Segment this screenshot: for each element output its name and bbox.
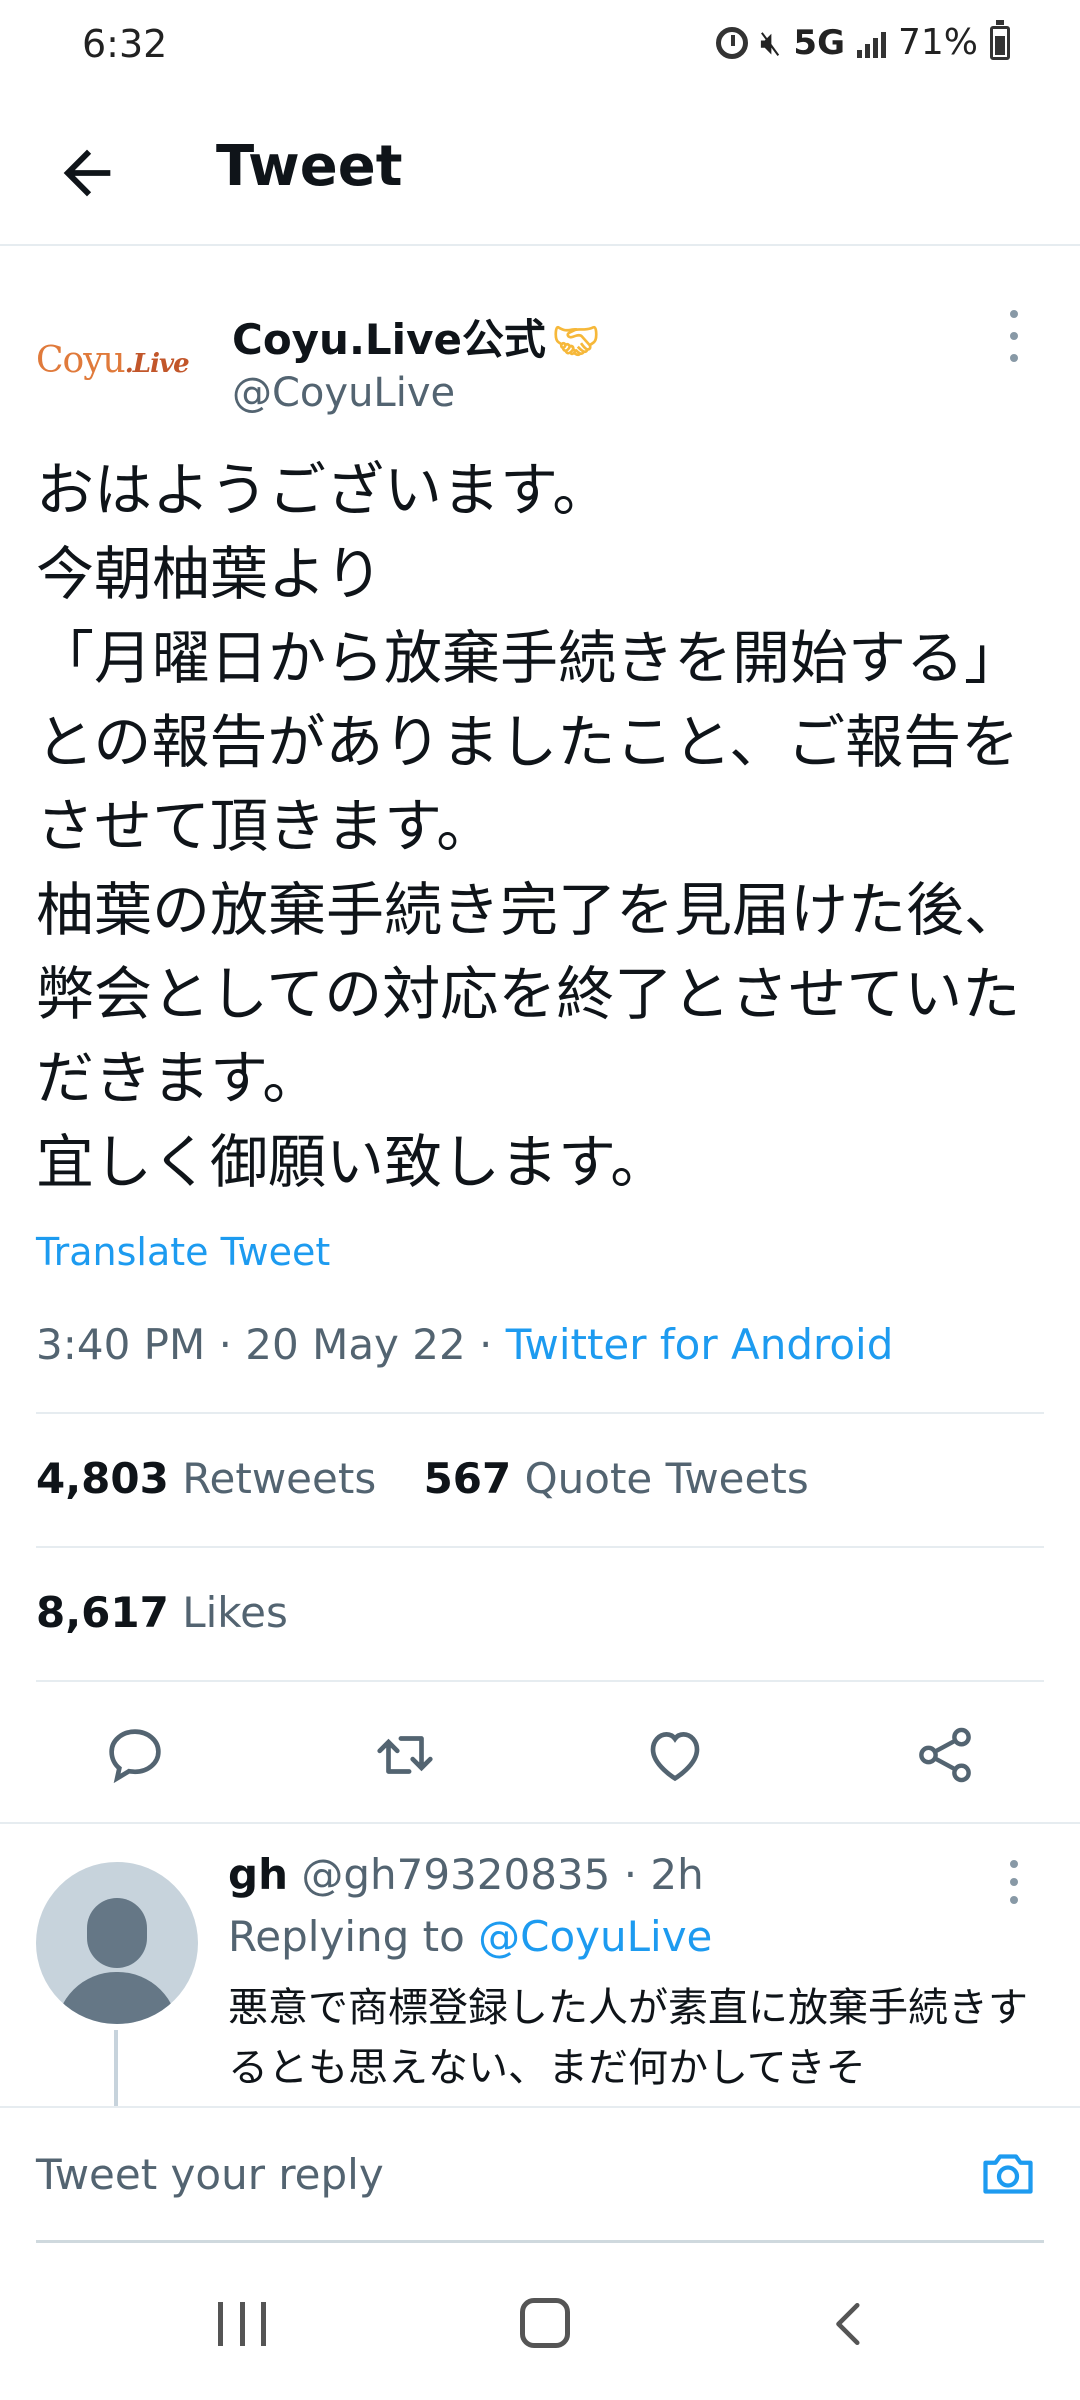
reply-more-vertical-icon[interactable] [1004, 1860, 1024, 1904]
divider [36, 1546, 1044, 1548]
logo: Coyu.Live [36, 340, 190, 381]
retweet-stats: 4,803 Retweets 567 Quote Tweets [36, 1454, 809, 1503]
status-icons: 🔇︎ 5G 71% [715, 19, 1010, 63]
handshake-icon: 🤝︎ [551, 319, 601, 363]
nav-back-icon[interactable] [826, 2296, 876, 2352]
screen: 6:32 🔇︎ 5G 71% Tweet Coyu.Live Coyu.Live… [0, 0, 1080, 2400]
likes-stat[interactable]: 8,617 Likes [36, 1588, 288, 1637]
thread-line [114, 2030, 118, 2110]
tweet-actions [0, 1692, 1080, 1802]
battery-icon [990, 19, 1010, 60]
like-icon[interactable] [642, 1722, 708, 1788]
input-underline [36, 2240, 1044, 2243]
more-vertical-icon[interactable] [1004, 310, 1024, 362]
page-title: Tweet [216, 134, 403, 199]
app-bar: Tweet [0, 100, 1080, 246]
tweet-text: おはようございます。 今朝柚葉より 「月曜日から放棄手続きを開始する」との報告が… [36, 456, 1023, 1196]
mute-icon: 🔇︎ [759, 22, 782, 63]
battery-percent: 71% [897, 22, 978, 63]
handle[interactable]: @CoyuLive [232, 370, 455, 416]
timestamp: 3:40 PM · 20 May 22 · [36, 1320, 506, 1369]
share-icon[interactable] [912, 1722, 978, 1788]
reply-header[interactable]: gh @gh79320835 · 2h [228, 1850, 704, 1899]
reply-text: 悪意で商標登録した人が素直に放棄手続きするとも思えない、まだ何かしてきそ [228, 1985, 1028, 2091]
reply-icon[interactable] [102, 1722, 168, 1788]
status-time: 6:32 [82, 22, 168, 66]
status-bar: 6:32 🔇︎ 5G 71% [0, 0, 1080, 100]
network-type: 5G [793, 22, 845, 63]
tweet-meta: 3:40 PM · 20 May 22 · Twitter for Androi… [36, 1320, 893, 1369]
divider [36, 1680, 1044, 1682]
replying-to: Replying to @CoyuLive [228, 1912, 713, 1961]
home-icon[interactable] [520, 2298, 570, 2348]
reply-avatar[interactable] [36, 1862, 198, 2024]
retweet-icon[interactable] [372, 1722, 438, 1788]
signal-icon [856, 28, 886, 58]
divider [36, 1412, 1044, 1414]
reply-input[interactable]: Tweet your reply [36, 2150, 384, 2199]
source-link[interactable]: Twitter for Android [506, 1320, 894, 1369]
avatar[interactable]: Coyu.Live [36, 340, 204, 400]
alarm-icon [715, 26, 748, 59]
recents-icon[interactable] [218, 2302, 266, 2346]
retweets-stat[interactable]: 4,803 Retweets [36, 1454, 376, 1503]
system-nav-bar [0, 2250, 1080, 2400]
replying-to-link[interactable]: @CoyuLive [478, 1912, 712, 1961]
translate-tweet-link[interactable]: Translate Tweet [36, 1230, 330, 1274]
quotes-stat[interactable]: 567 Quote Tweets [424, 1454, 809, 1503]
divider [0, 1822, 1080, 1824]
camera-icon[interactable] [976, 2144, 1040, 2204]
display-name[interactable]: Coyu.Live公式 🤝︎ [232, 306, 600, 367]
reply-composer: Tweet your reply [0, 2106, 1080, 2243]
back-arrow-icon[interactable] [52, 138, 122, 208]
